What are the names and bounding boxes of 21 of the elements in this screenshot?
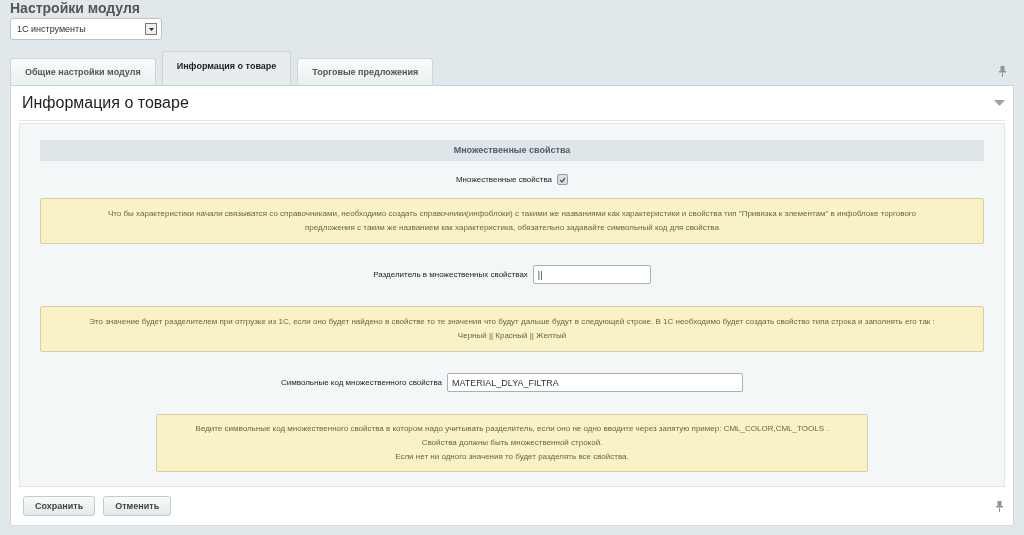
- info-note: Что бы характеристики начали связыватся со справочниками, необходимо создать справочники(инфоблоки) с такими же названиями как характеристики и свойства тип "Привязка к элементам" в инфоблоке торгового предложения с таким же названием как характеристика, обязательно задавайте символьный код для свойства: [40, 198, 984, 244]
- input-field[interactable]: MATERIAL_DLYA_FILTRA: [447, 373, 743, 392]
- page-title: Настройки модуля: [10, 0, 141, 16]
- collapse-icon[interactable]: [994, 100, 1005, 106]
- pin-icon[interactable]: [999, 66, 1006, 77]
- module-select[interactable]: 1С инструменты: [10, 18, 162, 40]
- cancel-button[interactable]: Отменить: [103, 496, 172, 516]
- info-note: Это значение будет разделителем при отгрузке из 1С, если оно будет найдено в свойстве то те значения что будут дальше будут в следующей строке. В 1С необходимо будет создать свойство типа строка и заполнять его так : Черный || Красный || Желтый: [40, 306, 984, 352]
- pin-icon[interactable]: [996, 501, 1003, 512]
- info-note: Ведите символьные код множественного свойства в котором надо учитывать разделитель, если оно не одно вводите через запятую пример: CML_COLOR,CML_TOOLS . Свойства должны быть множественной строкой. Если нет ни одного значения то будет разделять все свойства.: [156, 414, 868, 472]
- field-label: Разделитель в множественных свойствах: [373, 270, 528, 279]
- checkbox-label: Множественные свойства: [455, 175, 553, 184]
- save-button[interactable]: Сохранить: [23, 496, 96, 516]
- tab[interactable]: Общие настройки модуля: [10, 58, 156, 85]
- checkbox[interactable]: [557, 174, 569, 185]
- panel-title: Информация о товаре: [21, 94, 189, 112]
- tab[interactable]: Информация о товаре: [161, 51, 292, 85]
- input-field[interactable]: ||: [532, 265, 651, 284]
- tab[interactable]: Торговые предложения: [297, 58, 434, 85]
- field-label: Символьные код множественного свойства: [281, 378, 442, 387]
- section-header: Множественные свойства: [40, 140, 984, 161]
